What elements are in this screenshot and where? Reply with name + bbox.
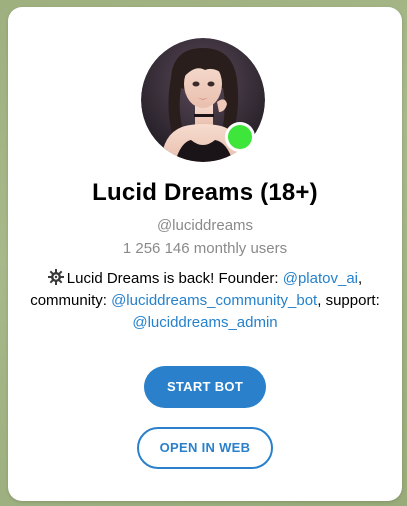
bot-profile-card: Lucid Dreams (18+) @luciddreams 1 256 14… (8, 7, 402, 501)
gear-icon (47, 269, 64, 285)
online-status-indicator (225, 122, 255, 152)
bot-description: Lucid Dreams is back! Founder: @platov_a… (28, 268, 382, 334)
monthly-users-count: 1 256 146 monthly users (122, 240, 288, 257)
start-bot-button[interactable]: START BOT (144, 366, 266, 408)
description-text-3: , support: (317, 292, 380, 309)
avatar-container (141, 38, 265, 162)
founder-link[interactable]: @platov_ai (283, 270, 358, 287)
open-in-web-button[interactable]: OPEN IN WEB (137, 427, 273, 469)
bot-username[interactable]: @luciddreams (8, 217, 402, 234)
community-link[interactable]: @luciddreams_community_bot (111, 292, 317, 309)
support-link[interactable]: @luciddreams_admin (132, 314, 277, 331)
bot-name: Lucid Dreams (18+) (92, 179, 318, 206)
description-text-1: Lucid Dreams is back! Founder: (66, 270, 283, 287)
